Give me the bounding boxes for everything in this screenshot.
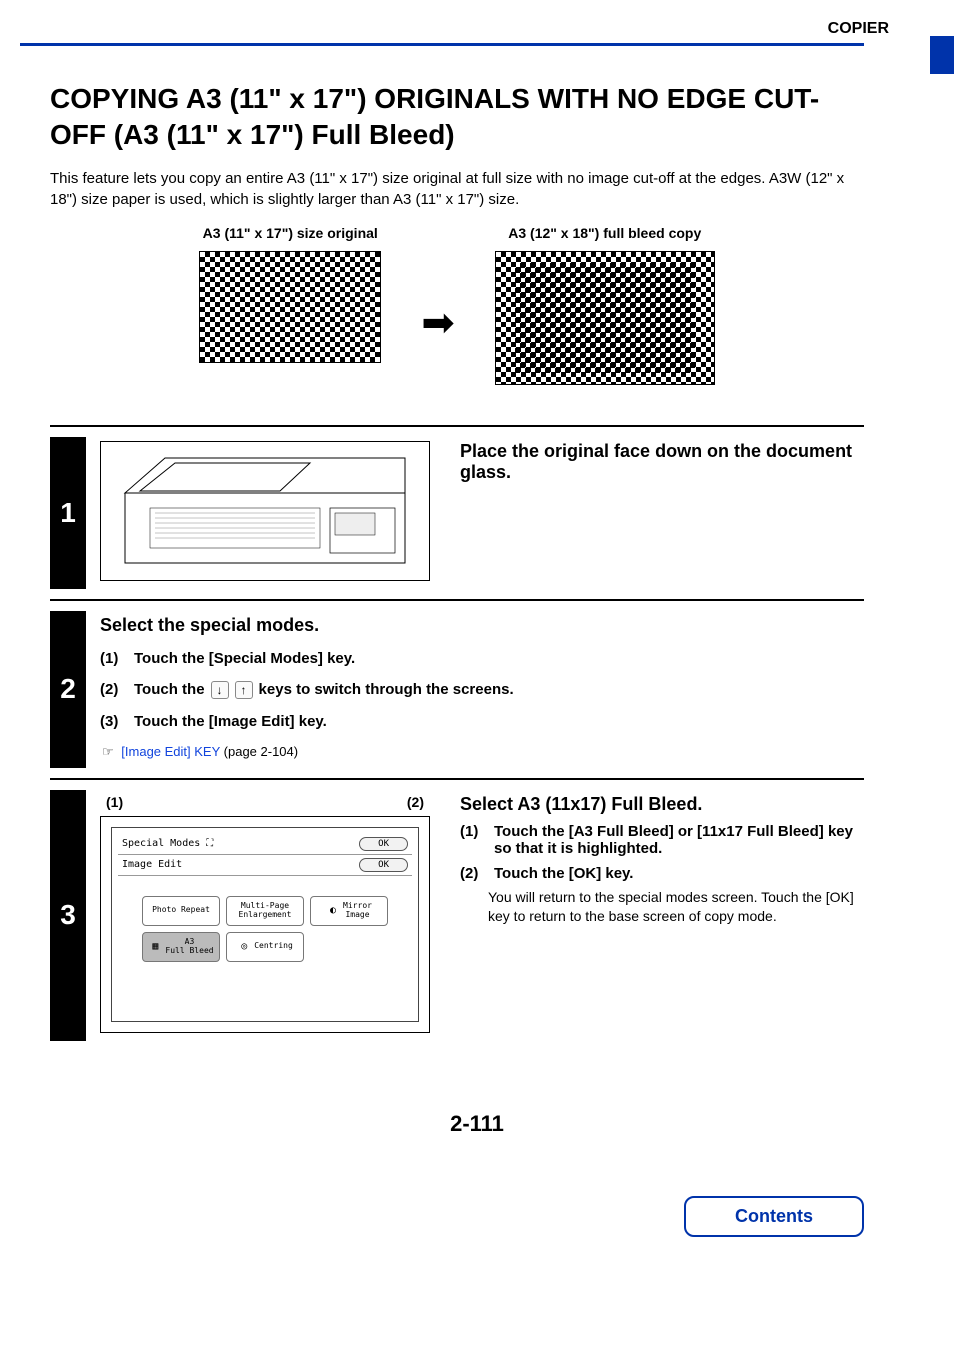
mirror-image-button[interactable]: ◐Mirror Image <box>310 896 388 926</box>
multi-page-enlargement-button[interactable]: Multi-Page Enlargement <box>226 896 304 926</box>
mirror-icon: ◐ <box>326 904 340 918</box>
substep-num: (2) <box>100 681 128 698</box>
panel-callout-1: (1) <box>106 794 123 810</box>
cross-reference: [Image Edit] KEY (page 2-104) <box>102 744 864 760</box>
up-arrow-key-icon: ↑ <box>235 681 253 699</box>
substep-text: Touch the [Special Modes] key. <box>134 650 355 667</box>
centring-icon: ◎ <box>237 940 251 954</box>
substep-text: keys to switch through the screens. <box>259 681 514 698</box>
substep-text: Touch the [Image Edit] key. <box>134 713 327 730</box>
step-number-2: 2 <box>50 611 86 768</box>
contents-button[interactable]: Contents <box>684 1196 864 1237</box>
original-illustration <box>200 252 380 362</box>
ref-link[interactable]: [Image Edit] KEY <box>121 744 220 759</box>
down-arrow-key-icon: ↓ <box>211 681 229 699</box>
page-number: 2-111 <box>0 1111 954 1137</box>
step-number-1: 1 <box>50 437 86 589</box>
panel-row-label: Special Modes <box>122 838 200 849</box>
diagram-row: A3 (11" x 17") size original ➡ A3 (12" x… <box>50 225 864 385</box>
expand-icon: ⛶ <box>206 838 213 849</box>
substep-num: (3) <box>100 713 128 730</box>
substep-num: (1) <box>100 650 128 667</box>
ref-page: (page 2-104) <box>220 744 298 759</box>
panel-row-label: Image Edit <box>122 859 182 870</box>
panel-callout-2: (2) <box>407 794 424 810</box>
section-color-tab <box>930 36 954 74</box>
page-title: COPYING A3 (11" x 17") ORIGINALS WITH NO… <box>50 81 864 154</box>
step-number-3: 3 <box>50 790 86 1041</box>
step2-heading: Select the special modes. <box>100 615 864 636</box>
diagram-right-label: A3 (12" x 18") full bleed copy <box>495 225 715 241</box>
step1-heading: Place the original face down on the docu… <box>460 441 864 483</box>
centring-button[interactable]: ◎Centring <box>226 932 304 962</box>
a3-full-bleed-button[interactable]: ▦A3 Full Bleed <box>142 932 220 962</box>
substep-text: Touch the <box>134 681 205 698</box>
intro-text: This feature lets you copy an entire A3 … <box>50 168 864 210</box>
diagram-left-label: A3 (11" x 17") size original <box>199 225 381 241</box>
substep-text: Touch the [A3 Full Bleed] or [11x17 Full… <box>494 823 864 857</box>
copy-illustration <box>495 251 715 385</box>
ok-button[interactable]: OK <box>359 837 408 851</box>
section-label: COPIER <box>828 20 889 38</box>
substep-num: (2) <box>460 865 488 882</box>
substep-description: You will return to the special modes scr… <box>488 888 864 926</box>
step3-heading: Select A3 (11x17) Full Bleed. <box>460 794 864 815</box>
arrow-icon: ➡ <box>421 300 455 346</box>
substep-text: Touch the [OK] key. <box>494 865 633 882</box>
touchscreen-mock: Special Modes ⛶ OK Image Edit OK Photo R… <box>100 816 430 1033</box>
step1-illustration <box>100 441 430 581</box>
full-bleed-icon: ▦ <box>148 940 162 954</box>
ok-button[interactable]: OK <box>359 858 408 872</box>
substep-num: (1) <box>460 823 488 840</box>
photo-repeat-button[interactable]: Photo Repeat <box>142 896 220 926</box>
